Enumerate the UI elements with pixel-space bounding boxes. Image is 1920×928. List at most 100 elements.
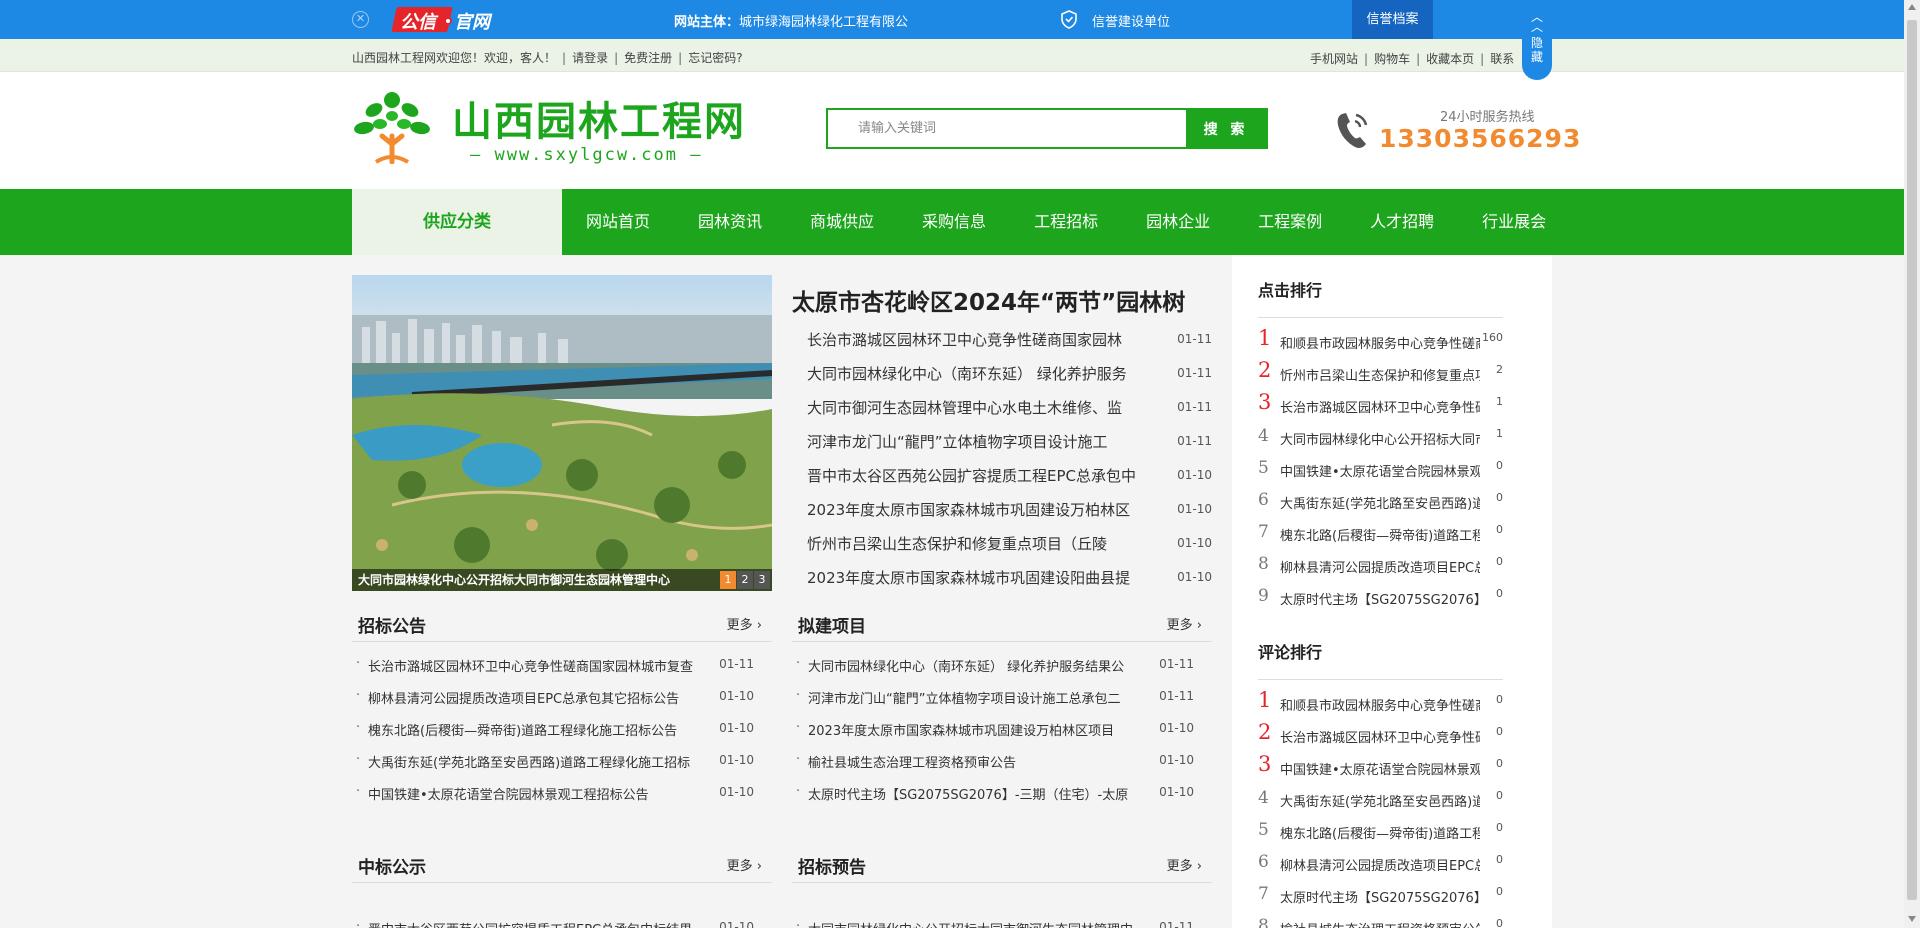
- nav-item-companies[interactable]: 园林企业: [1122, 189, 1234, 255]
- list-item[interactable]: 榆社县城生态治理工程资格预审公告 01-10: [792, 752, 1212, 784]
- list-item[interactable]: 4 大同市园林绿化中心公开招标大同市御 1: [1258, 424, 1503, 456]
- hide-bar-tab[interactable]: ︿ ︿ 隐藏: [1522, 0, 1552, 80]
- welcome-text: 山西园林工程网欢迎您！欢迎，客人！: [352, 51, 557, 65]
- slider-image[interactable]: [352, 275, 772, 591]
- scrollbar-thumb[interactable]: [1907, 20, 1917, 900]
- site-title[interactable]: 山西园林工程网: [452, 89, 746, 147]
- list-item[interactable]: 7 槐东北路(后稷街—舜帝街)道路工程绿 0: [1258, 520, 1503, 552]
- item-title: 晋中市太谷区西苑公园扩容提质工程EPC总承包中标结果: [368, 919, 718, 928]
- list-item[interactable]: 2 长治市潞城区园林环卫中心竞争性磋商 0: [1258, 720, 1503, 754]
- list-item[interactable]: 1 和顺县市政园林服务中心竞争性磋商 160: [1258, 326, 1503, 360]
- list-item[interactable]: 5 中国铁建•太原花语堂合院园林景观工程 0: [1258, 456, 1503, 488]
- list-item[interactable]: 大同市御河生态园林管理中心水电土木维修、监 01-11: [807, 397, 1212, 431]
- mobile-site-link[interactable]: 手机网站: [1310, 52, 1358, 66]
- nav-item-home[interactable]: 网站首页: [562, 189, 674, 255]
- list-item[interactable]: 8 柳林县清河公园提质改造项目EPC总承 0: [1258, 552, 1503, 584]
- search-input[interactable]: [828, 110, 1186, 147]
- list-item[interactable]: 中国铁建•太原花语堂合院园林景观工程招标公告 01-10: [352, 784, 772, 816]
- list-item[interactable]: 7 太原时代主场【SG2075SG2076】-三 0: [1258, 882, 1503, 914]
- nav-item-bidding[interactable]: 工程招标: [1010, 189, 1122, 255]
- list-item[interactable]: 8 榆社县城生态治理工程资格预审公告 0: [1258, 914, 1503, 928]
- nav-item-news[interactable]: 园林资讯: [674, 189, 786, 255]
- nav-item-cases[interactable]: 工程案例: [1234, 189, 1346, 255]
- news-title: 大同市园林绿化中心（南环东延） 绿化养护服务: [807, 365, 1127, 383]
- list-item[interactable]: 忻州市吕梁山生态保护和修复重点项目（丘陵 01-10: [807, 533, 1212, 567]
- page-scrollbar[interactable]: [1904, 0, 1920, 928]
- slider-page-button[interactable]: 1: [720, 571, 736, 589]
- click-rank-title: 点击排行: [1258, 255, 1503, 318]
- rank-title: 太原时代主场【SG2075SG2076】-三: [1280, 593, 1480, 608]
- more-link[interactable]: 更多 ›: [727, 855, 762, 874]
- slider-page-button[interactable]: 3: [754, 571, 770, 589]
- nav-item-purchase[interactable]: 采购信息: [898, 189, 1010, 255]
- credit-file-button[interactable]: 信誉档案: [1352, 0, 1433, 39]
- more-link-label: 更多: [726, 859, 753, 874]
- rank-title: 和顺县市政园林服务中心竞争性磋商梁: [1280, 699, 1480, 714]
- item-title: 太原时代主场【SG2075SG2076】-三期（住宅）-太原: [808, 788, 1129, 803]
- rank-number: 6: [1258, 852, 1269, 872]
- list-item[interactable]: 河津市龙门山“龍門”立体植物字项目设计施工 01-11: [807, 431, 1212, 465]
- site-url: — www.sxylgcw.com —: [470, 145, 703, 165]
- contact-link[interactable]: 联系: [1490, 52, 1514, 66]
- list-item[interactable]: 3 中国铁建•太原花语堂合院园林景观工程 0: [1258, 752, 1503, 786]
- rank-title: 中国铁建•太原花语堂合院园林景观工程: [1280, 465, 1480, 480]
- more-link[interactable]: 更多 ›: [727, 614, 762, 633]
- list-item[interactable]: 4 大禹街东延(学苑北路至安邑西路)道路 0: [1258, 786, 1503, 818]
- list-item[interactable]: 柳林县清河公园提质改造项目EPC总承包其它招标公告 01-10: [352, 688, 772, 720]
- list-item[interactable]: 9 太原时代主场【SG2075SG2076】-三 0: [1258, 584, 1503, 616]
- list-item[interactable]: 1 和顺县市政园林服务中心竞争性磋商梁 0: [1258, 688, 1503, 722]
- supply-category-button[interactable]: 供应分类: [352, 189, 562, 255]
- nav-item-mall[interactable]: 商城供应: [786, 189, 898, 255]
- rank-count: 0: [1496, 917, 1503, 928]
- list-item[interactable]: 槐东北路(后稷街—舜帝街)道路工程绿化施工招标公告 01-10: [352, 720, 772, 752]
- list-item[interactable]: 长治市潞城区园林环卫中心竞争性磋商国家园林 01-11: [807, 329, 1212, 363]
- register-link[interactable]: 免费注册: [624, 51, 672, 65]
- headline-news[interactable]: 太原市杏花岭区2024年“两节”园林树: [792, 283, 1212, 317]
- list-item[interactable]: 2023年度太原市国家森林城市巩固建设万柏林区项目 01-10: [792, 720, 1212, 752]
- rank-count: 0: [1496, 853, 1503, 866]
- cart-link[interactable]: 购物车: [1374, 52, 1410, 66]
- item-date: 01-10: [719, 785, 754, 799]
- close-icon[interactable]: ✕: [352, 11, 369, 28]
- nav-item-expo[interactable]: 行业展会: [1458, 189, 1570, 255]
- slider-page-button[interactable]: 2: [737, 571, 753, 589]
- news-title: 2023年度太原市国家森林城市巩固建设万柏林区: [807, 501, 1131, 519]
- list-item[interactable]: 5 槐东北路(后稷街—舜帝街)道路工程绿 0: [1258, 818, 1503, 850]
- list-item[interactable]: 河津市龙门山“龍門”立体植物字项目设计施工总承包二 01-11: [792, 688, 1212, 720]
- list-item[interactable]: 大同市园林绿化中心（南环东延） 绿化养护服务 01-11: [807, 363, 1212, 397]
- list-item[interactable]: 太原时代主场【SG2075SG2076】-三期（住宅）-太原 01-10: [792, 784, 1212, 816]
- news-title: 晋中市太谷区西苑公园扩容提质工程EPC总承包中: [807, 467, 1136, 485]
- credit-unit-label[interactable]: 信誉建设单位: [1092, 11, 1170, 30]
- more-link[interactable]: 更多 ›: [1167, 855, 1202, 874]
- tree-logo-icon[interactable]: [352, 90, 432, 164]
- list-item[interactable]: 大禹街东延(学苑北路至安邑西路)道路工程绿化施工招标 01-10: [352, 752, 772, 784]
- scroll-up-icon[interactable]: [1908, 4, 1916, 10]
- forgot-password-link[interactable]: 忘记密码?: [688, 51, 742, 65]
- phone-icon: [1337, 113, 1368, 148]
- list-item[interactable]: 大同市园林绿化中心公开招标大同市御河生态园林管理中01-11: [792, 919, 1212, 928]
- list-item[interactable]: 2 忻州市吕梁山生态保护和修复重点项目 2: [1258, 358, 1503, 392]
- hotline-label: 24小时服务热线: [1440, 110, 1535, 125]
- separator: |: [1416, 52, 1421, 66]
- list-item[interactable]: 长治市潞城区园林环卫中心竞争性磋商国家园林城市复查 01-11: [352, 656, 772, 688]
- list-item[interactable]: 3 长治市潞城区园林环卫中心竞争性磋商 1: [1258, 390, 1503, 424]
- site-subject-value[interactable]: 城市绿海园林绿化工程有限公: [739, 11, 917, 30]
- list-item[interactable]: 6 大禹街东延(学苑北路至安邑西路)道路 0: [1258, 488, 1503, 520]
- rank-number: 1: [1258, 688, 1272, 712]
- slider-caption[interactable]: 大同市园林绿化中心公开招标大同市御河生态园林管理中心: [352, 569, 772, 591]
- more-link[interactable]: 更多 ›: [1167, 614, 1202, 633]
- list-item[interactable]: 大同市园林绿化中心（南环东延） 绿化养护服务结果公 01-11: [792, 656, 1212, 688]
- list-item[interactable]: 晋中市太谷区西苑公园扩容提质工程EPC总承包中标结果01-10: [352, 919, 772, 928]
- list-item[interactable]: 2023年度太原市国家森林城市巩固建设阳曲县提 01-10: [807, 567, 1212, 601]
- login-link[interactable]: 请登录: [572, 51, 608, 65]
- bookmark-link[interactable]: 收藏本页: [1426, 52, 1474, 66]
- search-button[interactable]: 搜 索: [1186, 110, 1266, 147]
- chevron-right-icon: ›: [1192, 618, 1202, 633]
- list-item[interactable]: 6 柳林县清河公园提质改造项目EPC总承 0: [1258, 850, 1503, 882]
- list-item[interactable]: 2023年度太原市国家森林城市巩固建设万柏林区 01-10: [807, 499, 1212, 533]
- nav-item-jobs[interactable]: 人才招聘: [1346, 189, 1458, 255]
- gongxin-logo[interactable]: 公信 官网: [391, 7, 502, 33]
- news-slider[interactable]: 大同市园林绿化中心公开招标大同市御河生态园林管理中心 1 2 3: [352, 275, 772, 591]
- scroll-down-icon[interactable]: [1908, 916, 1916, 922]
- list-item[interactable]: 晋中市太谷区西苑公园扩容提质工程EPC总承包中 01-10: [807, 465, 1212, 499]
